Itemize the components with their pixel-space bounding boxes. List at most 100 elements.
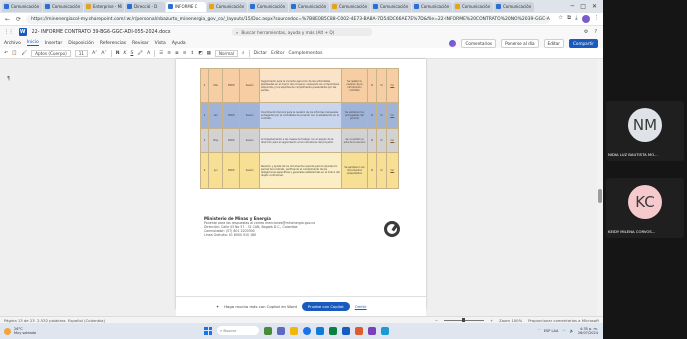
participant-tile[interactable]: NM NIDIA LUZ BAUTISTA MO...	[606, 101, 684, 161]
find-icon[interactable]: ⌕	[242, 50, 245, 56]
taskbar-search[interactable]: ⌕ Buscar	[217, 326, 259, 335]
zoom-slider[interactable]	[443, 318, 484, 322]
minimize-icon[interactable]: ─	[571, 3, 575, 10]
table-cell[interactable]: Ver	[385, 68, 400, 103]
help-icon[interactable]: ?	[594, 29, 597, 35]
excel-icon[interactable]	[329, 326, 337, 335]
editing-button[interactable]: Editar	[543, 38, 564, 48]
outlook-icon[interactable]	[381, 326, 389, 335]
underline-icon[interactable]: S	[130, 51, 133, 56]
close-icon[interactable]: ✕	[592, 3, 597, 10]
browser-tab[interactable]: Comunicación	[289, 1, 329, 12]
font-family-select[interactable]: Aptos (Cuerpo)	[31, 49, 71, 57]
browser-tab[interactable]: Comunicación - Prime	[2, 1, 42, 12]
editor-button[interactable]: Editor	[271, 51, 284, 56]
star-icon[interactable]: ☆	[558, 15, 563, 23]
browser-tab[interactable]: Comunicación	[494, 1, 534, 12]
table-cell[interactable]: Sí	[376, 128, 387, 153]
table-cell[interactable]: Sí	[376, 102, 387, 129]
zoom-in-icon[interactable]: +	[490, 318, 493, 323]
zoom-out-icon[interactable]: −	[435, 318, 438, 323]
download-icon[interactable]: ⤓	[575, 15, 577, 23]
scrollbar-thumb[interactable]	[598, 189, 602, 203]
table-cell[interactable]: Sí	[366, 128, 378, 153]
menu-ayuda[interactable]: Ayuda	[172, 41, 186, 46]
format-painter-icon[interactable]: 🖌	[21, 51, 27, 56]
browser-tab[interactable]: Comunicación	[330, 1, 370, 12]
table-cell[interactable]: Ver	[385, 152, 400, 189]
word-count[interactable]: 2.532 palabras	[37, 318, 65, 323]
table-cell[interactable]: Se consolidó el acta de la reunión	[340, 128, 368, 153]
line-spacing-icon[interactable]: ↕	[191, 51, 195, 56]
menu-dots-icon[interactable]: ⋮	[594, 15, 600, 23]
table-cell[interactable]: ENCE	[222, 128, 241, 153]
style-select[interactable]: Normal	[214, 49, 239, 57]
app-launcher-icon[interactable]: ⋮⋮	[4, 30, 14, 35]
document-title[interactable]: 22- INFORME CONTRATO 39-BG6-GGC-ADI-055-…	[32, 30, 171, 35]
table-cell[interactable]: Seguimiento para la correcta ejecución d…	[258, 68, 342, 103]
table-cell[interactable]: 5	[199, 128, 210, 153]
volume-icon[interactable]: 🔈	[569, 329, 573, 333]
table-cell[interactable]: ENCE	[222, 102, 241, 129]
table-cell[interactable]: Sí	[376, 152, 387, 189]
menu-revisar[interactable]: Revisar	[132, 41, 149, 46]
table-cell[interactable]: Ver	[385, 128, 400, 153]
dictate-button[interactable]: Dictar	[254, 51, 268, 56]
chevron-up-icon[interactable]: ˄	[538, 329, 540, 333]
table-cell[interactable]: ENCE	[222, 152, 241, 189]
menu-referencias[interactable]: Referencias	[100, 41, 126, 46]
menu-inicio[interactable]: Inicio	[26, 40, 39, 46]
browser-tab[interactable]: Comunicación	[371, 1, 411, 12]
font-color-icon[interactable]: A	[147, 51, 150, 56]
word-taskbar-icon[interactable]	[342, 326, 350, 335]
extensions-icon[interactable]: ⧉	[567, 15, 571, 23]
bullets-icon[interactable]: ☰	[159, 51, 163, 56]
menu-insertar[interactable]: Insertar	[45, 41, 63, 46]
highlight-icon[interactable]: 🖍	[137, 51, 143, 56]
table-cell[interactable]: Sesión	[239, 102, 260, 129]
browser-tab[interactable]: Comunicación - Prime	[43, 1, 83, 12]
shading-icon[interactable]: ◩	[198, 51, 202, 56]
table-cell[interactable]: Sesión	[239, 128, 260, 153]
table-cell[interactable]: Revisión y ajuste de los documentos sopo…	[258, 152, 342, 189]
table-cell[interactable]: Sí	[366, 102, 378, 129]
language-status[interactable]: Español (Colombia)	[68, 318, 105, 323]
teams-icon[interactable]	[277, 326, 285, 335]
borders-icon[interactable]: ▦	[207, 51, 211, 56]
browser-tab[interactable]: Direcció - D	[125, 1, 165, 12]
paste-icon[interactable]: 📋	[12, 51, 18, 56]
font-size-select[interactable]: 11	[74, 49, 89, 57]
windows-start-icon[interactable]	[204, 326, 212, 335]
table-cell[interactable]: Jun	[208, 152, 224, 189]
menu-vista[interactable]: Vista	[155, 41, 166, 46]
table-cell[interactable]: Sí	[366, 152, 378, 189]
profile-avatar[interactable]	[581, 15, 590, 23]
align-center-icon[interactable]: ≡	[183, 51, 187, 56]
reload-icon[interactable]: ⟳	[15, 16, 22, 23]
search-input[interactable]: ⌕ Buscar herramientas, ayuda y más (Alt …	[232, 28, 372, 36]
browser-tab[interactable]: Comunicación	[453, 1, 493, 12]
edge-icon[interactable]	[316, 326, 324, 335]
skip-link[interactable]: Omitir	[355, 304, 367, 309]
numbering-icon[interactable]: ≡	[167, 51, 171, 56]
table-cell[interactable]: May	[208, 128, 224, 153]
table-cell[interactable]: Se aprobaron los documentos presentados	[340, 152, 368, 189]
table-cell[interactable]: Coordinación técnica para la revisión de…	[258, 102, 342, 129]
participant-tile[interactable]: KC KEIDY MILENA CORVOS...	[606, 178, 684, 238]
browser-tab[interactable]: Comunicación	[412, 1, 452, 12]
addins-button[interactable]: Complementos	[288, 51, 322, 56]
shrink-font-icon[interactable]: A˅	[101, 51, 106, 56]
language-indicator[interactable]: ESP LAA	[544, 329, 559, 333]
table-cell[interactable]: Sí	[376, 68, 387, 103]
copilot-icon[interactable]	[449, 39, 457, 47]
weather-widget[interactable]: 26°C Muy soleado	[4, 327, 36, 335]
onenote-icon[interactable]	[368, 326, 376, 335]
align-left-icon[interactable]: ≣	[175, 51, 179, 56]
catch-up-button[interactable]: Ponerse al día	[501, 38, 539, 48]
browser-tab[interactable]: Comunicación	[207, 1, 247, 12]
page-count[interactable]: Página 13 de 23	[4, 318, 35, 323]
file-explorer-icon[interactable]	[290, 326, 298, 335]
comments-button[interactable]: Comentarios	[461, 38, 497, 48]
chrome-icon[interactable]	[303, 326, 311, 335]
table-cell[interactable]: Ver	[385, 102, 400, 129]
